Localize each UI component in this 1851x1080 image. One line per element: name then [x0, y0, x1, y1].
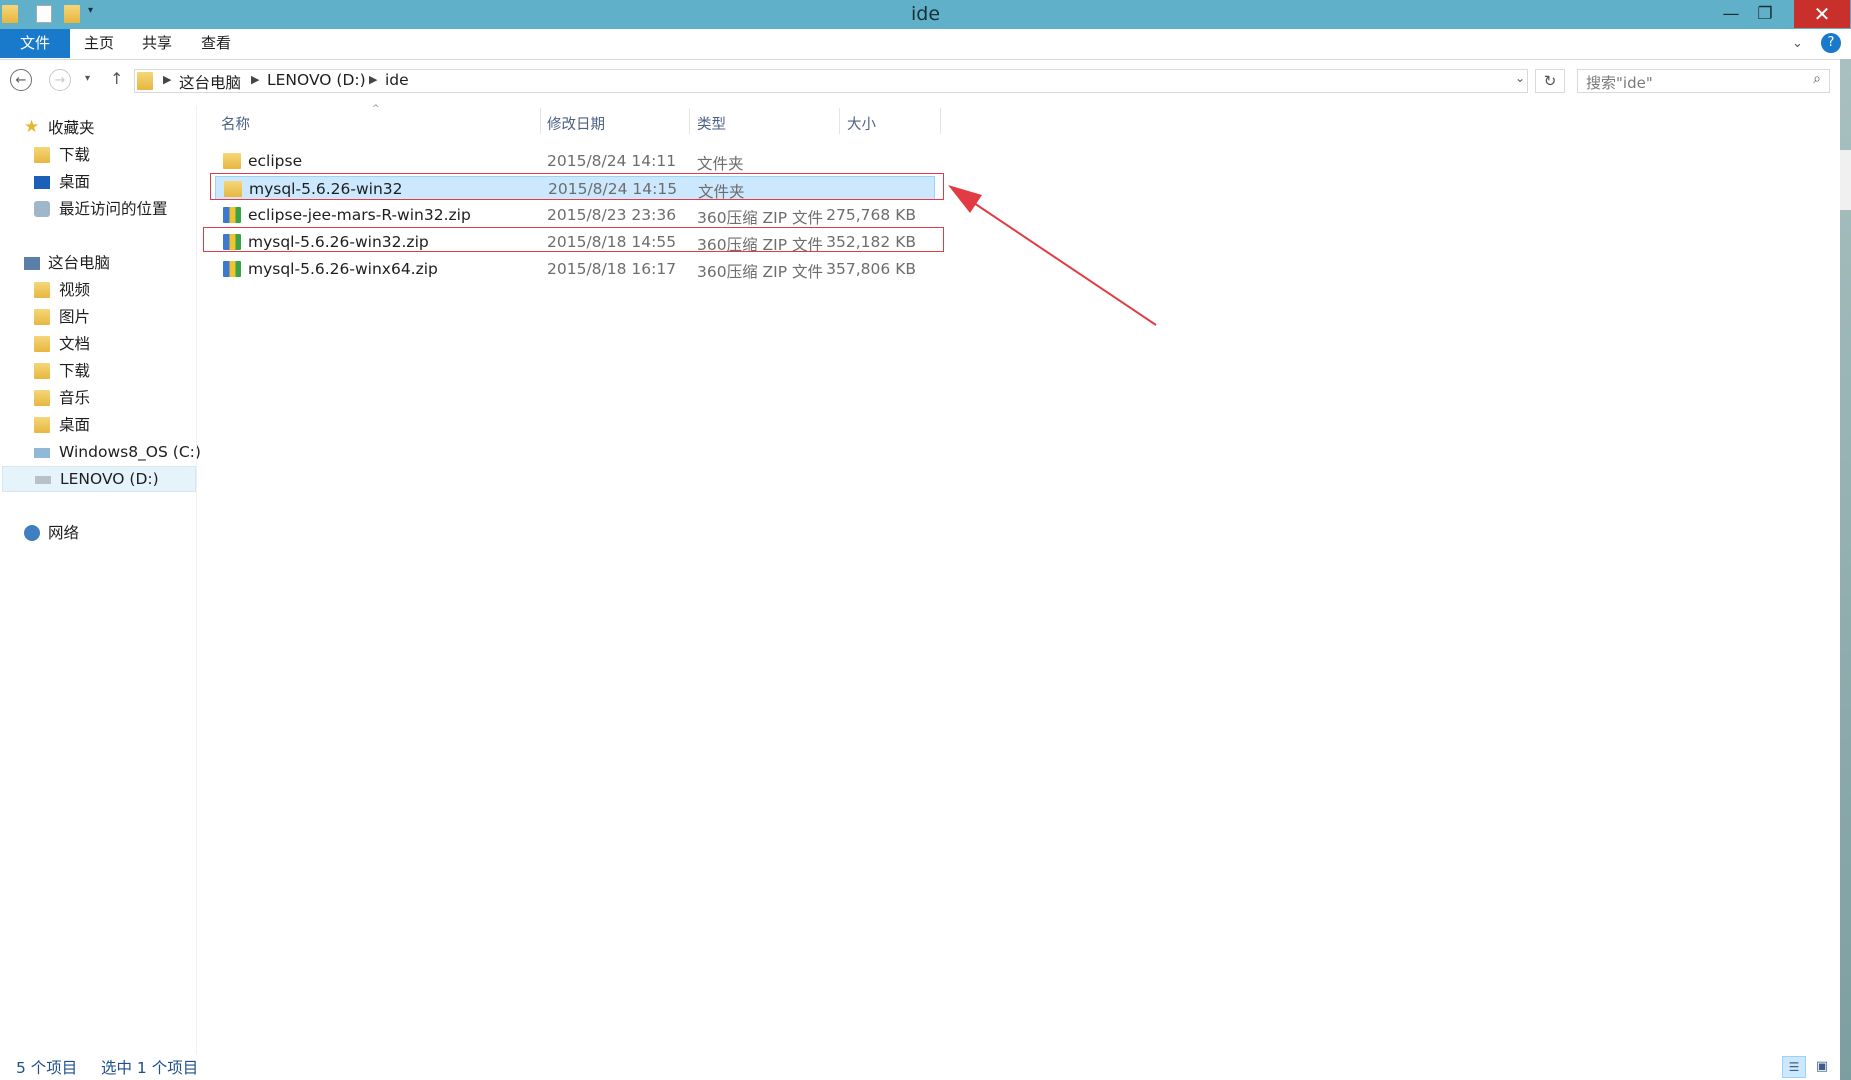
sidebar-divider: [196, 106, 197, 1054]
recent-locations-icon[interactable]: ▾: [85, 73, 90, 84]
details-view-icon[interactable]: ☰: [1782, 1056, 1806, 1078]
annotation-box-zip: [203, 227, 944, 252]
annotation-arrow-icon: [948, 185, 1157, 326]
videos-icon: [34, 282, 50, 298]
column-divider[interactable]: [540, 108, 541, 134]
network-icon: [24, 525, 40, 541]
status-selected-count: 选中 1 个项目: [101, 1059, 199, 1077]
search-input[interactable]: 搜索"ide" ⌕: [1577, 69, 1830, 93]
back-button[interactable]: ←: [10, 69, 32, 91]
sidebar-label: 文档: [59, 335, 91, 353]
column-divider[interactable]: [839, 108, 840, 134]
sidebar-label: LENOVO (D:): [60, 470, 159, 488]
window-title: ide: [910, 3, 941, 25]
sidebar-label: 视频: [59, 281, 91, 299]
downloads-icon: [34, 147, 50, 163]
status-item-count: 5 个项目: [16, 1059, 78, 1077]
status-bar: [0, 1055, 1840, 1080]
file-row[interactable]: eclipse-jee-mars-R-win32.zip 2015/8/23 2…: [212, 203, 936, 227]
expand-ribbon-icon[interactable]: ⌄: [1792, 29, 1803, 58]
computer-icon: [24, 257, 40, 270]
file-name: mysql-5.6.26-winx64.zip: [248, 260, 438, 278]
zip-archive-icon: [223, 207, 241, 223]
file-date: 2015/8/18 16:17: [547, 260, 677, 278]
breadcrumb-separator-icon[interactable]: ▶: [163, 73, 171, 86]
ribbon-tabs: 文件 主页 共享 查看 ⌄ ?: [0, 29, 1851, 60]
sidebar-label: 音乐: [59, 389, 91, 407]
tab-home[interactable]: 主页: [84, 29, 114, 58]
file-name: eclipse-jee-mars-R-win32.zip: [248, 206, 471, 224]
star-icon: ★: [24, 117, 40, 137]
drive-icon: [34, 448, 50, 458]
file-date: 2015/8/24 14:11: [547, 152, 677, 170]
sidebar-label: 下载: [59, 146, 91, 164]
column-header-date[interactable]: 修改日期: [547, 113, 605, 134]
breadcrumb-separator-icon[interactable]: ▶: [251, 73, 259, 86]
folder-icon: [223, 153, 241, 169]
file-row[interactable]: eclipse 2015/8/24 14:11 文件夹: [212, 149, 936, 173]
desktop-icon: [34, 176, 50, 189]
music-icon: [34, 390, 50, 406]
pictures-icon: [34, 309, 50, 325]
breadcrumb-this-pc[interactable]: 这台电脑: [179, 71, 241, 93]
breadcrumb-lenovo-d[interactable]: LENOVO (D:): [267, 71, 366, 89]
column-divider[interactable]: [689, 108, 690, 134]
annotation-box-folder: [210, 173, 944, 200]
search-icon[interactable]: ⌕: [1813, 71, 1821, 87]
breadcrumb-ide[interactable]: ide: [385, 71, 409, 89]
refresh-button[interactable]: ↻: [1535, 69, 1565, 93]
help-icon[interactable]: ?: [1821, 33, 1841, 53]
tab-share[interactable]: 共享: [142, 29, 172, 58]
file-name: eclipse: [248, 152, 303, 170]
sidebar-label: 图片: [59, 308, 91, 326]
forward-button[interactable]: →: [49, 69, 71, 91]
file-size: 357,806 KB: [826, 260, 916, 278]
documents-icon: [34, 336, 50, 352]
up-icon[interactable]: ↑: [110, 69, 123, 88]
zip-archive-icon: [223, 261, 241, 277]
file-size: 275,768 KB: [826, 206, 916, 224]
sidebar-label: 这台电脑: [48, 254, 111, 272]
restore-button[interactable]: ❐: [1750, 0, 1780, 28]
column-header-name[interactable]: 名称: [221, 113, 250, 134]
tab-view[interactable]: 查看: [201, 29, 231, 58]
desktop-background-strip: [1840, 59, 1851, 1080]
close-button[interactable]: ✕: [1794, 0, 1850, 28]
downloads-icon: [34, 363, 50, 379]
file-date: 2015/8/23 23:36: [547, 206, 677, 224]
column-header-type[interactable]: 类型: [697, 113, 726, 134]
search-placeholder: 搜索"ide": [1586, 74, 1653, 92]
recent-places-icon: [34, 201, 50, 217]
sidebar-label: Windows8_OS (C:): [59, 443, 201, 461]
column-header-size[interactable]: 大小: [847, 113, 876, 134]
folder-icon: [137, 72, 153, 90]
minimize-button[interactable]: —: [1716, 0, 1746, 28]
sidebar-label: 下载: [59, 362, 91, 380]
breadcrumb-separator-icon[interactable]: ▶: [369, 73, 377, 86]
column-divider[interactable]: [940, 108, 941, 134]
sidebar-label: 最近访问的位置: [59, 200, 168, 218]
file-row[interactable]: mysql-5.6.26-winx64.zip 2015/8/18 16:17 …: [212, 257, 936, 281]
scrollbar-thumb[interactable]: [1840, 150, 1851, 210]
tab-file[interactable]: 文件: [0, 29, 70, 58]
sidebar-label: 网络: [48, 524, 80, 542]
sort-ascending-icon: ^: [372, 104, 380, 114]
title-bar: ▾ ide — ❐ ✕: [0, 0, 1851, 29]
file-type: 文件夹: [697, 155, 744, 173]
address-dropdown-icon[interactable]: ⌄: [1515, 71, 1525, 85]
drive-icon: [35, 476, 51, 484]
desktop-icon: [34, 417, 50, 433]
sidebar-item-drive-d[interactable]: LENOVO (D:): [2, 466, 196, 492]
sidebar-label: 收藏夹: [48, 119, 95, 137]
large-icons-view-icon[interactable]: ▣: [1811, 1056, 1833, 1078]
sidebar-label: 桌面: [59, 173, 91, 191]
sidebar-label: 桌面: [59, 416, 91, 434]
